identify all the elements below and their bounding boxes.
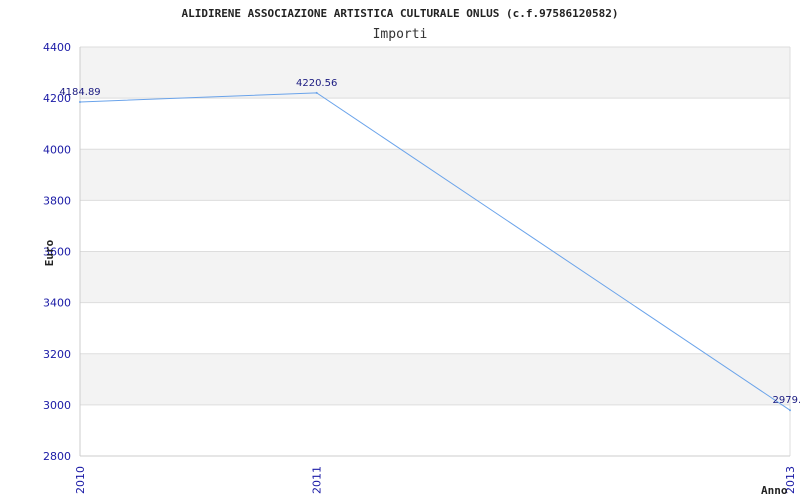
x-axis-title: Anno xyxy=(761,484,788,497)
data-label: 4184.89 xyxy=(59,87,100,98)
x-tick-labels: 2010 2011 2013 xyxy=(74,466,797,494)
plot-band xyxy=(80,251,790,303)
line-chart: 280030003200340036003800400042004400 201… xyxy=(43,7,800,497)
data-point xyxy=(315,91,318,94)
data-label: 2979.2 xyxy=(773,395,800,406)
y-axis-title: Euro xyxy=(43,239,56,266)
chart-title: ALIDIRENE ASSOCIAZIONE ARTISTICA CULTURA… xyxy=(181,7,618,20)
data-point xyxy=(789,409,791,412)
plot-band xyxy=(80,98,790,150)
y-tick-label: 2800 xyxy=(43,450,71,463)
plot-band xyxy=(80,149,790,201)
y-tick-label: 3400 xyxy=(43,297,71,310)
plot-band xyxy=(80,302,790,354)
y-tick-label: 4000 xyxy=(43,143,71,156)
data-point xyxy=(79,100,81,103)
x-tick-label: 2010 xyxy=(74,466,87,494)
y-tick-label: 4400 xyxy=(43,41,71,54)
y-tick-label: 3000 xyxy=(43,399,71,412)
plot-band xyxy=(80,404,790,456)
y-tick-label: 3800 xyxy=(43,194,71,207)
plot-band xyxy=(80,200,790,252)
x-tick-label: 2011 xyxy=(311,466,324,494)
chart-subtitle: Importi xyxy=(373,27,428,42)
plot-band xyxy=(80,353,790,405)
data-label: 4220.56 xyxy=(296,78,337,89)
y-tick-label: 3200 xyxy=(43,348,71,361)
plot-band xyxy=(80,47,790,99)
